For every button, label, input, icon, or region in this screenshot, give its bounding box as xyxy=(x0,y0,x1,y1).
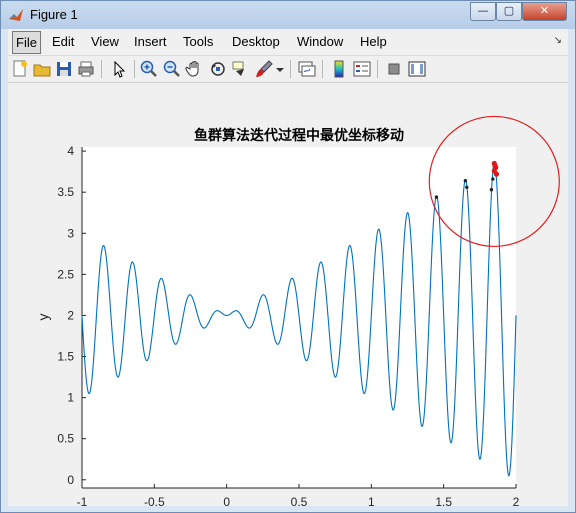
x-tick-label: 2 xyxy=(513,495,520,506)
close-button[interactable]: ✕ xyxy=(522,2,567,21)
rotate-3d-icon[interactable] xyxy=(208,59,228,79)
best-position-marker xyxy=(493,171,500,177)
x-tick-label: 0 xyxy=(223,495,230,506)
legend-icon[interactable] xyxy=(352,59,372,79)
matlab-logo-icon xyxy=(9,9,23,21)
menu-view[interactable]: View xyxy=(89,34,121,49)
toolbar-separator xyxy=(322,60,323,78)
zoom-in-icon[interactable] xyxy=(139,59,159,79)
figure-client-area: File Edit View Insert Tools Desktop Wind… xyxy=(8,29,568,509)
pan-hand-icon[interactable] xyxy=(185,59,205,79)
y-tick-label: 2.5 xyxy=(57,267,74,281)
title-bar[interactable]: Figure 1 — ▢ ✕ xyxy=(1,1,575,29)
figure-window: Figure 1 — ▢ ✕ File Edit View Insert Too… xyxy=(0,0,576,513)
menu-edit[interactable]: Edit xyxy=(50,34,76,49)
save-icon[interactable] xyxy=(54,59,74,79)
hide-plot-tools-icon[interactable] xyxy=(384,59,404,79)
menu-tools[interactable]: Tools xyxy=(181,34,215,49)
y-axis-label: y xyxy=(35,314,51,321)
window-title: Figure 1 xyxy=(30,7,78,22)
dock-arrow-icon[interactable]: ↘ xyxy=(554,35,562,46)
colorbar-icon[interactable] xyxy=(329,59,349,79)
maximize-button[interactable]: ▢ xyxy=(496,2,522,21)
y-tick-label: 3 xyxy=(67,226,74,240)
best-position-marker xyxy=(489,188,494,192)
pointer-icon[interactable] xyxy=(109,59,129,79)
menu-bar: File Edit View Insert Tools Desktop Wind… xyxy=(8,29,568,56)
open-file-icon[interactable] xyxy=(32,59,52,79)
brush-dropdown-icon[interactable] xyxy=(274,59,286,79)
menu-file[interactable]: File xyxy=(12,31,41,54)
best-position-marker xyxy=(491,177,495,181)
minimize-button[interactable]: — xyxy=(470,2,496,21)
data-cursor-icon[interactable] xyxy=(231,59,251,79)
toolbar-separator xyxy=(377,60,378,78)
best-position-marker xyxy=(465,185,469,189)
toolbar-separator xyxy=(134,60,135,78)
y-tick-label: 1.5 xyxy=(57,350,74,364)
x-tick-label: 1 xyxy=(368,495,375,506)
new-figure-icon[interactable] xyxy=(10,59,30,79)
x-tick-label: 0.5 xyxy=(291,495,308,506)
zoom-out-icon[interactable] xyxy=(162,59,182,79)
menu-insert[interactable]: Insert xyxy=(132,34,169,49)
toolbar-separator xyxy=(290,60,291,78)
print-icon[interactable] xyxy=(76,59,96,79)
x-tick-label: -0.5 xyxy=(144,495,165,506)
brush-icon[interactable] xyxy=(254,59,274,79)
x-tick-label: 1.5 xyxy=(435,495,452,506)
y-tick-label: 2 xyxy=(67,308,74,322)
plot-area: 鱼群算法迭代过程中最优坐标移动 -1 -0.5 0 0.5 1 1.5 2 0 0.5 1 1.5… xyxy=(8,83,568,509)
link-plot-icon[interactable] xyxy=(297,59,317,79)
best-position-marker xyxy=(434,195,439,199)
y-tick-label: 0 xyxy=(67,473,74,487)
y-tick-label: 3.5 xyxy=(57,185,74,199)
chart-title: 鱼群算法迭代过程中最优坐标移动 xyxy=(194,127,404,143)
x-tick-label: -1 xyxy=(77,495,88,506)
y-tick-label: 1 xyxy=(67,391,74,405)
figure-toolbar xyxy=(8,56,568,83)
toolbar-separator xyxy=(101,60,102,78)
show-plot-tools-icon[interactable] xyxy=(407,59,427,79)
y-tick-label: 4 xyxy=(67,144,74,158)
menu-desktop[interactable]: Desktop xyxy=(230,34,282,49)
menu-window[interactable]: Window xyxy=(295,34,345,49)
y-tick-label: 0.5 xyxy=(57,432,74,446)
chart[interactable]: 鱼群算法迭代过程中最优坐标移动 -1 -0.5 0 0.5 1 1.5 2 0 0.5 1 1.5… xyxy=(8,83,568,509)
menu-help[interactable]: Help xyxy=(358,34,389,49)
best-position-marker xyxy=(463,178,468,183)
